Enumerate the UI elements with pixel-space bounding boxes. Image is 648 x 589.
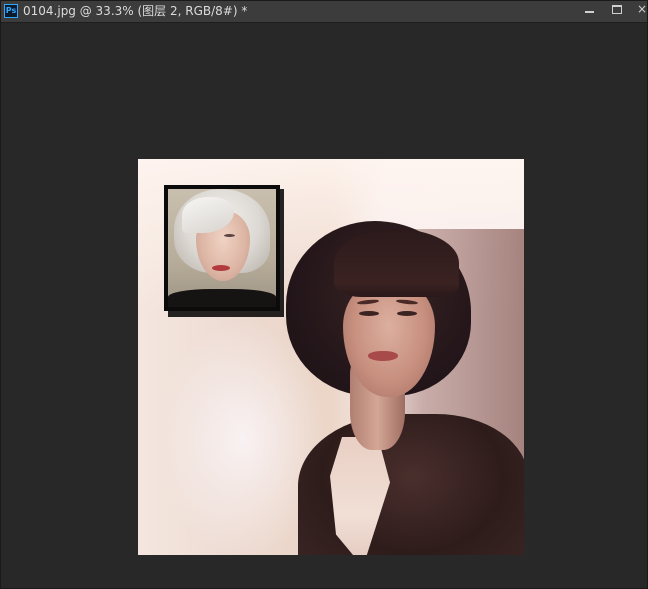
- reference-eye: [224, 234, 235, 237]
- minimize-button[interactable]: [575, 1, 603, 19]
- reference-shoulders: [168, 289, 276, 307]
- portrait-bangs: [334, 229, 459, 297]
- portrait-eye: [397, 311, 417, 316]
- reference-photo-layer[interactable]: [164, 185, 280, 311]
- close-button[interactable]: ×: [631, 1, 647, 19]
- document-canvas[interactable]: [138, 159, 524, 555]
- document-window: Ps 0104.jpg @ 33.3% (图层 2, RGB/8#) * ×: [0, 0, 648, 589]
- window-controls: ×: [575, 1, 647, 22]
- maximize-button[interactable]: [603, 1, 631, 19]
- reference-lips: [212, 265, 230, 271]
- portrait-eye: [359, 311, 379, 316]
- photoshop-app-icon: Ps: [4, 4, 18, 18]
- document-titlebar[interactable]: Ps 0104.jpg @ 33.3% (图层 2, RGB/8#) * ×: [1, 1, 647, 23]
- portrait-lips: [368, 351, 398, 361]
- document-tab-title[interactable]: 0104.jpg @ 33.3% (图层 2, RGB/8#) *: [23, 4, 247, 19]
- close-icon: ×: [637, 2, 648, 16]
- reference-photo: [168, 189, 276, 307]
